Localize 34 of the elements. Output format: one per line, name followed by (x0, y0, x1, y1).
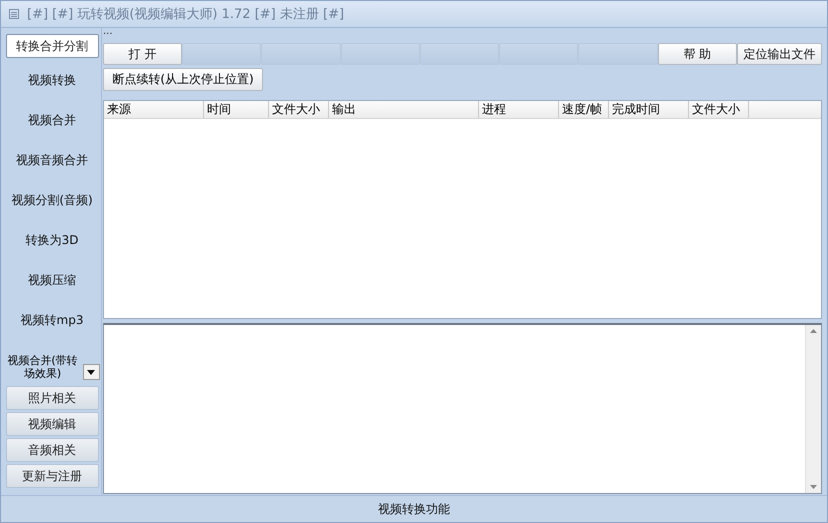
sidebar-item[interactable]: 视频分割(音频) (11, 180, 93, 220)
window-title: [#] [#] 玩转视频(视频编辑大师) 1.72 [#] 未注册 [#] (27, 6, 344, 23)
scrollbar[interactable] (805, 325, 821, 493)
sidebar-button[interactable]: 音频相关 (6, 438, 98, 462)
status-text: 视频转换功能 (378, 500, 450, 518)
column-header[interactable]: 输出 (329, 101, 479, 118)
sidebar-button[interactable]: 照片相关 (6, 386, 98, 410)
sidebar-tab[interactable]: 转换合并分割 (6, 34, 98, 58)
toolbar-button[interactable]: 帮 助 (658, 43, 737, 65)
sidebar-item[interactable]: 视频转mp3 (20, 300, 84, 340)
menu-icon[interactable] (9, 9, 19, 19)
sidebar-item[interactable]: 视频合并 (28, 100, 76, 140)
down-arrow-icon[interactable] (810, 485, 817, 489)
column-header[interactable]: 文件大小 (269, 101, 329, 118)
sidebar-item[interactable]: 视频合并(带转场效果) (4, 354, 80, 380)
sidebar-item[interactable]: 视频音频合并 (16, 140, 88, 180)
caret-icon (87, 370, 95, 374)
dropdown-button[interactable] (82, 364, 100, 380)
column-header[interactable]: 速度/帧 (559, 101, 609, 118)
sidebar-button[interactable]: 更新与注册 (6, 464, 98, 488)
column-header[interactable]: 完成时间 (609, 101, 689, 118)
column-header[interactable]: 文件大小 (689, 101, 749, 118)
ellipsis-text: ... (103, 28, 114, 39)
resume-button[interactable]: 断点续转(从上次停止位置) (103, 68, 263, 91)
up-arrow-icon[interactable] (810, 329, 817, 333)
column-header[interactable]: 来源 (104, 101, 204, 118)
sidebar-item[interactable]: 视频转换 (28, 60, 76, 100)
sidebar-item[interactable]: 转换为3D (26, 220, 78, 260)
sidebar-item[interactable]: 视频压缩 (28, 260, 76, 300)
column-header[interactable]: 时间 (204, 101, 269, 118)
column-header[interactable]: 进程 (479, 101, 559, 118)
toolbar-button[interactable]: 定位输出文件 (736, 43, 822, 65)
sidebar-button[interactable]: 视频编辑 (6, 412, 98, 436)
toolbar-button[interactable]: 打 开 (103, 43, 182, 65)
